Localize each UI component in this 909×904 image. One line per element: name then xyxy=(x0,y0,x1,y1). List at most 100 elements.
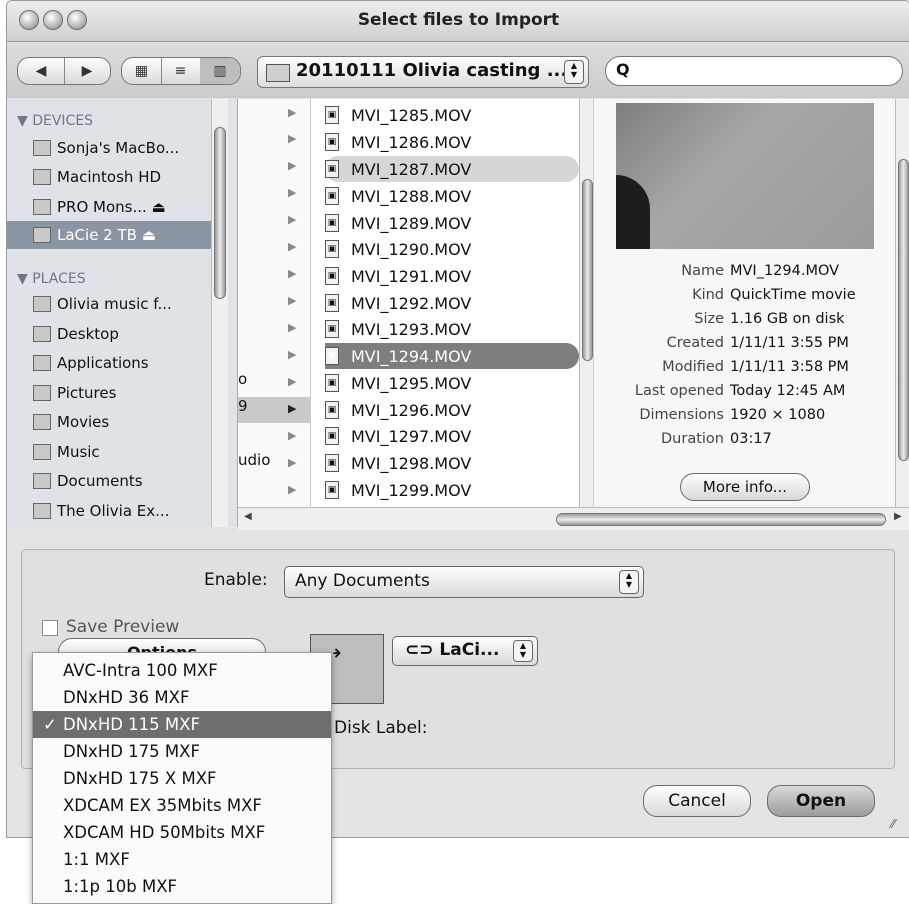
list-item[interactable]: o ▶ xyxy=(238,370,310,396)
file-row[interactable]: ▣ MVI_1296.MOV xyxy=(325,397,579,423)
sidebar-item-applications[interactable]: Applications xyxy=(7,349,207,377)
menu-item[interactable]: XDCAM EX 35Mbits MXF xyxy=(33,792,331,819)
column-view-button[interactable]: ▥ xyxy=(200,58,240,84)
movie-file-icon: ▣ xyxy=(325,481,339,499)
columns-icon: ▥ xyxy=(213,63,227,79)
scroll-left-arrow-icon[interactable]: ◀ xyxy=(244,511,252,522)
movie-file-icon: ▣ xyxy=(325,454,339,472)
scroll-thumb[interactable] xyxy=(214,127,226,299)
movie-file-icon: ▣ xyxy=(325,106,339,124)
horizontal-scrollbar[interactable]: ◀ ▶ xyxy=(238,507,909,530)
file-name: MVI_1292.MOV xyxy=(351,293,472,313)
sidebar-item-pictures[interactable]: Pictures xyxy=(7,379,207,407)
file-name: MVI_1290.MOV xyxy=(351,239,472,259)
list-item[interactable]: ▶ xyxy=(238,343,310,369)
scroll-thumb[interactable] xyxy=(898,159,909,461)
list-item[interactable]: udio ▶ xyxy=(238,451,310,477)
path-popup[interactable]: 20110111 Olivia casting ... ▲ ▼ xyxy=(257,56,589,88)
sidebar-item-olivia-ex[interactable]: The Olivia Ex... xyxy=(7,497,207,525)
menu-item[interactable]: DNxHD 36 MXF xyxy=(33,684,331,711)
file-row[interactable]: ▣ MVI_1286.MOV xyxy=(325,129,579,155)
sidebar-item-music[interactable]: Music xyxy=(7,438,207,466)
file-row[interactable]: ▣ MVI_1287.MOV xyxy=(325,156,579,182)
file-row[interactable]: ▣ MVI_1289.MOV xyxy=(325,210,579,236)
list-item[interactable]: ▶ xyxy=(238,424,310,450)
menu-item[interactable]: 1:1p 10b MXF xyxy=(33,873,331,900)
file-row[interactable]: ▣ MVI_1293.MOV xyxy=(325,316,579,342)
menu-item-label: DNxHD 36 MXF xyxy=(63,688,190,707)
sidebar-item-movies[interactable]: Movies xyxy=(7,408,207,436)
sidebar-item-olivia-music[interactable]: Olivia music f... xyxy=(7,290,207,318)
sidebar-item-macintosh-hd[interactable]: Macintosh HD xyxy=(7,163,207,191)
list-item[interactable]: ▶ xyxy=(238,101,310,127)
sidebar-item-label: Movies xyxy=(57,413,110,431)
file-name: MVI_1293.MOV xyxy=(351,319,472,339)
list-item[interactable]: ▶ xyxy=(238,181,310,207)
sidebar-item-pro-mons[interactable]: PRO Mons... ⏏ xyxy=(7,193,207,221)
file-row[interactable]: ▣ MVI_1292.MOV xyxy=(325,290,579,316)
forward-arrow-icon: ▶ xyxy=(81,63,93,79)
list-view-button[interactable]: ≡ xyxy=(161,58,201,84)
scroll-thumb[interactable] xyxy=(556,513,886,526)
sidebar-item-documents[interactable]: Documents xyxy=(7,467,207,495)
menu-item-selected[interactable]: ✓ DNxHD 115 MXF xyxy=(33,711,331,738)
file-row[interactable]: ▣ MVI_1295.MOV xyxy=(325,370,579,396)
info-row: Modified 1/11/11 3:58 PM xyxy=(594,359,896,383)
list-item[interactable]: ▶ xyxy=(238,154,310,180)
cancel-button[interactable]: Cancel xyxy=(643,785,751,817)
sidebar-item-label: Documents xyxy=(57,472,143,490)
search-field[interactable]: Q xyxy=(605,56,903,86)
enable-label: Enable: xyxy=(204,570,268,590)
icon-view-button[interactable]: ▦ xyxy=(122,58,162,84)
list-item[interactable]: ▶ xyxy=(238,316,310,342)
file-row[interactable]: ▣ MVI_1288.MOV xyxy=(325,183,579,209)
disclosure-arrow-icon: ▶ xyxy=(288,348,297,361)
save-preview-checkbox[interactable] xyxy=(42,620,58,636)
menu-item[interactable]: XDCAM HD 50Mbits MXF xyxy=(33,819,331,846)
scroll-thumb[interactable] xyxy=(582,179,593,361)
sidebar-item-label: Olivia music f... xyxy=(57,295,172,313)
info-row: Duration 03:17 xyxy=(594,431,896,455)
laptop-icon xyxy=(33,140,51,156)
menu-item[interactable]: DNxHD 175 X MXF xyxy=(33,765,331,792)
sidebar-item-macbook[interactable]: Sonja's MacBo... xyxy=(7,134,207,162)
resize-grip-icon[interactable]: ⁄⁄ xyxy=(891,817,895,831)
sidebar-item-lacie[interactable]: LaCie 2 TB ⏏ xyxy=(7,221,220,249)
file-row[interactable]: ▣ MVI_1285.MOV xyxy=(325,102,579,128)
menu-item[interactable]: DNxHD 175 MXF xyxy=(33,738,331,765)
list-item[interactable]: 9 ▶ xyxy=(238,397,310,423)
list-item[interactable]: ▶ xyxy=(238,208,310,234)
file-name: MVI_1296.MOV xyxy=(351,400,472,420)
volume-popup[interactable]: ⊂⊃ LaCi... ▲ ▼ xyxy=(392,636,538,666)
list-item[interactable]: ▶ xyxy=(238,478,310,504)
preview-scrollbar[interactable] xyxy=(895,99,909,507)
scroll-right-arrow-icon[interactable]: ▶ xyxy=(894,511,902,522)
back-forward-control: ◀ ▶ xyxy=(17,57,111,85)
open-button[interactable]: Open xyxy=(767,785,875,817)
list-item[interactable]: ▶ xyxy=(238,127,310,153)
file-row[interactable]: ▣ MVI_1299.MOV xyxy=(325,477,579,503)
movie-file-icon: ▣ xyxy=(325,214,339,232)
list-item[interactable]: ▶ xyxy=(238,262,310,288)
file-row[interactable]: ▣ MVI_1297.MOV xyxy=(325,423,579,449)
menu-item[interactable]: AVC-Intra 100 MXF xyxy=(33,657,331,684)
file-row[interactable]: ▣ MVI_1298.MOV xyxy=(325,450,579,476)
sidebar-scrollbar[interactable] xyxy=(211,99,228,527)
list-item[interactable]: ▶ xyxy=(238,235,310,261)
info-row: Kind QuickTime movie xyxy=(594,287,896,311)
forward-button[interactable]: ▶ xyxy=(64,58,110,84)
info-key: Name xyxy=(681,263,724,279)
more-info-button[interactable]: More info... xyxy=(680,473,810,501)
sidebar-item-desktop[interactable]: Desktop xyxy=(7,320,207,348)
sidebar-item-label: Sonja's MacBo... xyxy=(57,139,180,157)
list-item[interactable]: ▶ xyxy=(238,289,310,315)
enable-popup[interactable]: Any Documents ▲ ▼ xyxy=(284,566,644,598)
devices-header[interactable]: ▼ DEVICES xyxy=(17,113,93,129)
file-column-scrollbar[interactable] xyxy=(579,99,593,507)
file-row-selected[interactable]: ▣ MVI_1294.MOV xyxy=(325,343,579,369)
places-header[interactable]: ▼ PLACES xyxy=(17,271,86,287)
file-row[interactable]: ▣ MVI_1291.MOV xyxy=(325,263,579,289)
back-button[interactable]: ◀ xyxy=(18,58,65,84)
file-row[interactable]: ▣ MVI_1290.MOV xyxy=(325,236,579,262)
menu-item[interactable]: 1:1 MXF xyxy=(33,846,331,873)
